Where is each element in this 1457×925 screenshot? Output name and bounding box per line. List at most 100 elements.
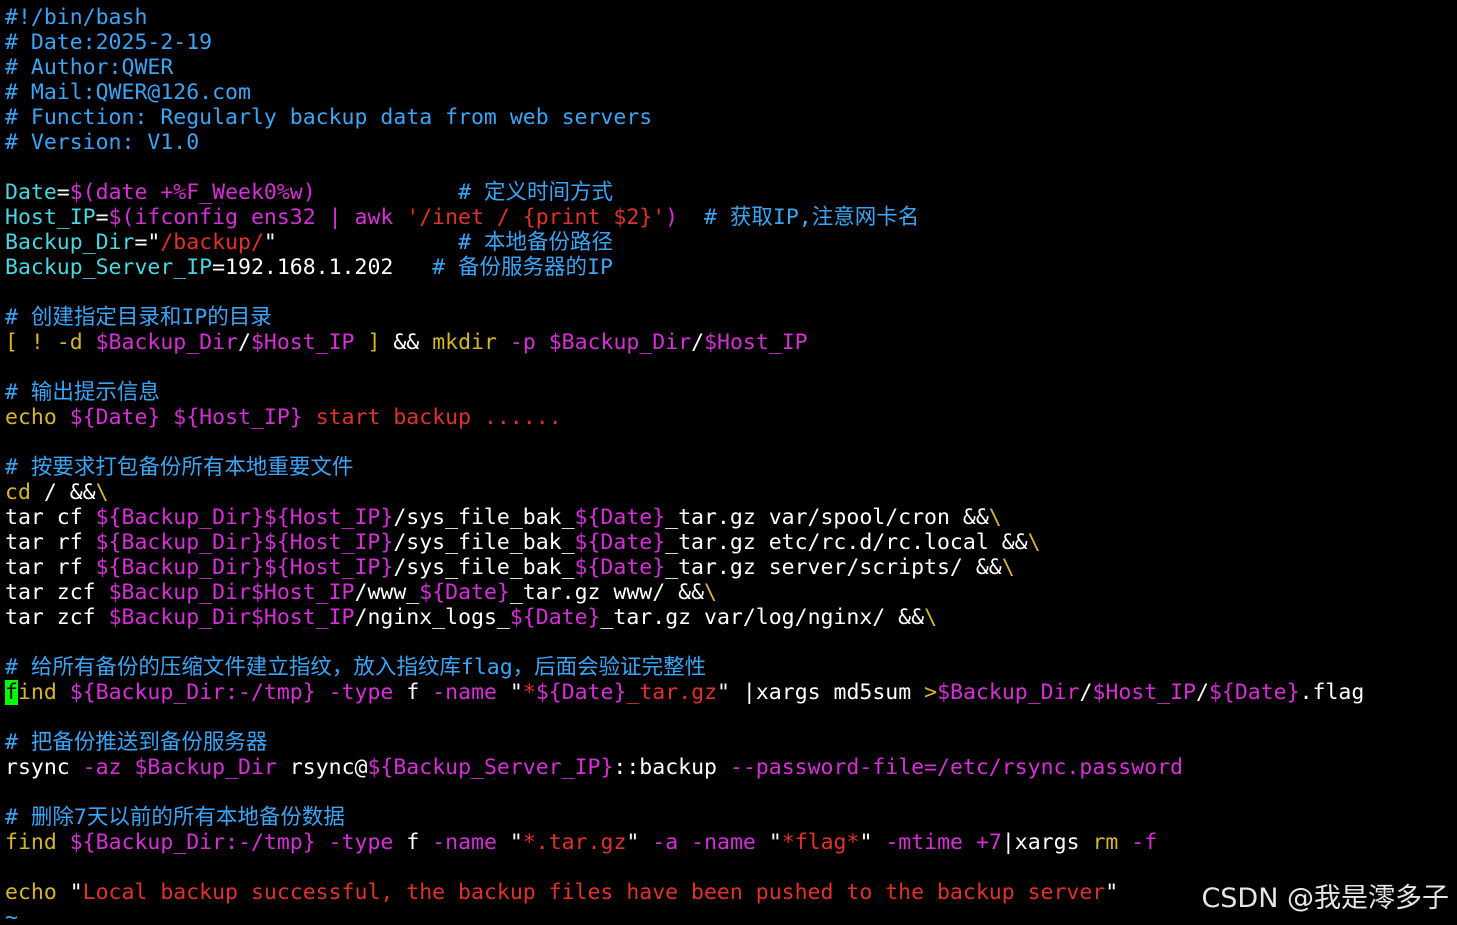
code-line[interactable]: Host_IP=$(ifconfig ens32 | awk '/inet / … [5,205,1457,230]
code-token-comment: #!/bin/bash [5,5,148,30]
code-line[interactable] [5,705,1457,730]
code-line[interactable]: rsync -az $Backup_Dir rsync@${Backup_Ser… [5,755,1457,780]
code-line[interactable]: # 删除7天以前的所有本地备份数据 [5,805,1457,830]
code-token-variable: ${Date} [535,680,627,705]
code-line[interactable]: # Author:QWER [5,55,1457,80]
code-token-variable: $Backup_Dir [95,330,238,355]
code-token-plain: .flag [1299,680,1365,705]
code-line[interactable]: tar zcf $Backup_Dir$Host_IP/www_${Date}_… [5,580,1457,605]
code-line[interactable]: # 按要求打包备份所有本地重要文件 [5,455,1457,480]
code-line[interactable]: # Mail:QWER@126.com [5,80,1457,105]
code-token-comment: # 备份服务器的IP [432,255,613,280]
code-line[interactable]: Backup_Dir="/backup/" # 本地备份路径 [5,230,1457,255]
code-line[interactable]: # Date:2025-2-19 [5,30,1457,55]
code-token-plain: /sys_file_bak_ [393,530,575,555]
code-line[interactable]: tar cf ${Backup_Dir}${Host_IP}/sys_file_… [5,505,1457,530]
code-token-comment: # 本地备份路径 [458,230,613,255]
code-token-comment: # Date:2025-2-19 [5,30,213,55]
code-token-identifier: Backup_Dir [5,230,135,255]
code-line[interactable]: #!/bin/bash [5,5,1457,30]
code-token-variable: ${Date} [574,555,666,580]
code-token-keyword: \ [988,505,1002,530]
code-line[interactable] [5,780,1457,805]
code-token-string: '/inet / {print $2}' [406,205,666,230]
code-token-plain: _tar.gz var/log/nginx/ && [600,605,925,630]
code-token-keyword: ] [354,330,381,355]
code-token-plain: _tar.gz server/scripts/ && [665,555,1002,580]
code-line[interactable]: [ ! -d $Backup_Dir/$Host_IP ] && mkdir -… [5,330,1457,355]
code-line[interactable]: tar rf ${Backup_Dir}${Host_IP}/sys_file_… [5,555,1457,580]
code-token-plain: =192.168.1.202 [212,255,433,280]
code-line[interactable]: # 给所有备份的压缩文件建立指纹，放入指纹库flag，后面会验证完整性 [5,655,1457,680]
code-token-variable: $Backup_Dir [134,755,277,780]
code-token-comment: # 输出提示信息 [5,380,160,405]
code-line[interactable] [5,355,1457,380]
code-token-comment: # 给所有备份的压缩文件建立指纹，放入指纹库flag，后面会验证完整性 [5,655,707,680]
code-line[interactable] [5,630,1457,655]
code-line[interactable] [5,430,1457,455]
watermark: CSDN @我是澪多子 [1201,883,1449,914]
code-token-plain: / [691,330,705,355]
code-token-variable: -name [691,830,756,855]
code-token-keyword: [ ! -d [5,330,96,355]
code-token-plain: " [147,230,161,255]
code-token-plain: " [859,830,886,855]
code-token-plain: " [626,830,653,855]
code-line[interactable]: # Version: V1.0 [5,130,1457,155]
code-token-variable: $Backup_Dir [548,330,692,355]
code-token-variable: ${Date} [574,530,666,555]
code-token-variable: -a [652,830,679,855]
code-token-variable: ${Date} [574,505,666,530]
code-line[interactable]: # 把备份推送到备份服务器 [5,730,1457,755]
code-token-variable: -p [509,330,536,355]
code-token-variable: -name [432,680,497,705]
code-token-plain: f [393,830,433,855]
code-line[interactable]: echo ${Date} ${Host_IP} start backup ...… [5,405,1457,430]
code-token-plain: = [56,180,70,205]
code-token-plain: f [393,680,433,705]
code-token-plain: _tar.gz etc/rc.d/rc.local && [665,530,1028,555]
code-line[interactable]: Date=$(date +%F_Week0%w) # 定义时间方式 [5,180,1457,205]
code-line[interactable]: find ${Backup_Dir:-/tmp} -type f -name "… [5,680,1457,705]
empty-line-tilde: ~ [5,905,18,925]
code-token-variable: ${Date} [509,605,601,630]
code-token-variable: $Host_IP [1092,680,1196,705]
code-line[interactable] [5,280,1457,305]
code-token-variable: $(ifconfig ens32 | awk [108,205,407,230]
code-token-comment: # 把备份推送到备份服务器 [5,730,268,755]
code-line[interactable]: tar rf ${Backup_Dir}${Host_IP}/sys_file_… [5,530,1457,555]
code-token-plain: rsync@ [276,755,368,780]
code-token-variable: $Backup_Dir$Host_IP [108,605,355,630]
code-token-keyword: \ [1027,530,1041,555]
code-token-comment: # 定义时间方式 [458,180,613,205]
code-token-plain: / [1196,680,1209,705]
code-line[interactable]: # 输出提示信息 [5,380,1457,405]
code-token-comment: # 按要求打包备份所有本地重要文件 [5,455,354,480]
code-token-plain: |xargs [1001,830,1093,855]
code-token-plain: && [380,330,433,355]
code-line[interactable]: Backup_Server_IP=192.168.1.202 # 备份服务器的I… [5,255,1457,280]
code-line[interactable]: # 创建指定目录和IP的目录 [5,305,1457,330]
code-line[interactable]: # Function: Regularly backup data from w… [5,105,1457,130]
code-token-keyword: echo [5,405,57,430]
vim-editor-buffer[interactable]: #!/bin/bash # Date:2025-2-19 # Author:QWER… [5,5,1457,925]
code-token-keyword: cd [5,480,31,505]
code-line[interactable]: cd / &&\ [5,480,1457,505]
code-token-plain: rsync [5,755,83,780]
code-token-variable: ${Host_IP} [173,405,303,430]
code-token-identifier: Backup_Server_IP [5,255,213,280]
terminal-window[interactable]: #!/bin/bash # Date:2025-2-19 # Author:QWER… [0,0,1457,925]
code-token-keyword: rm [1092,830,1119,855]
code-token-variable: $Backup_Dir$Host_IP [108,580,355,605]
code-line[interactable]: tar zcf $Backup_Dir$Host_IP/nginx_logs_$… [5,605,1457,630]
code-line[interactable] [5,155,1457,180]
code-token-plain: " [263,230,277,255]
code-token-plain: /nginx_logs_ [354,605,510,630]
code-line[interactable]: find ${Backup_Dir:-/tmp} -type f -name "… [5,830,1457,855]
code-token-variable: $Host_IP [704,330,808,355]
